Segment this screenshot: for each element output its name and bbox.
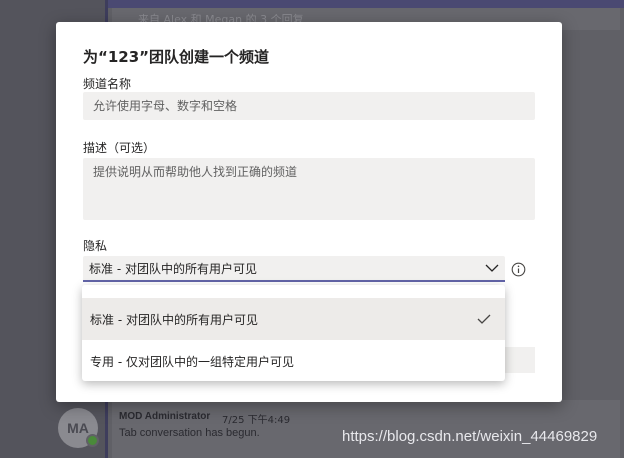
- watermark: https://blog.csdn.net/weixin_44469829: [342, 428, 598, 445]
- dialog-title: 为“123”团队创建一个频道: [83, 48, 270, 66]
- description-input[interactable]: 提供说明从而帮助他人找到正确的频道: [83, 158, 535, 220]
- avatar-initials: MA: [67, 420, 89, 436]
- description-placeholder: 提供说明从而帮助他人找到正确的频道: [93, 165, 298, 179]
- channel-header-bar: [108, 0, 624, 8]
- chevron-down-icon[interactable]: [485, 262, 499, 274]
- message-time: 7/25 下午4:49: [222, 415, 291, 426]
- message-text: Tab conversation has begun.: [119, 427, 260, 439]
- description-label: 描述（可选）: [83, 141, 156, 155]
- checkmark-icon: [477, 314, 491, 324]
- privacy-dropdown-menu: 标准 - 对团队中的所有用户可见 专用 - 仅对团队中的一组特定用户可见: [82, 285, 505, 381]
- channel-name-input[interactable]: 允许使用字母、数字和空格: [83, 92, 535, 120]
- privacy-option-private[interactable]: 专用 - 仅对团队中的一组特定用户可见: [82, 340, 505, 382]
- channel-name-placeholder: 允许使用字母、数字和空格: [93, 99, 238, 113]
- obscured-field: [505, 347, 535, 373]
- channel-name-label: 频道名称: [83, 77, 132, 91]
- privacy-option-label: 专用 - 仅对团队中的一组特定用户可见: [90, 354, 294, 369]
- privacy-label: 隐私: [83, 239, 108, 253]
- privacy-option-label: 标准 - 对团队中的所有用户可见: [90, 312, 258, 327]
- privacy-selected-value: 标准 - 对团队中的所有用户可见: [89, 261, 257, 276]
- presence-indicator: [86, 434, 99, 447]
- privacy-option-standard[interactable]: 标准 - 对团队中的所有用户可见: [82, 298, 505, 340]
- privacy-select[interactable]: 标准 - 对团队中的所有用户可见: [83, 256, 505, 282]
- info-icon[interactable]: [511, 262, 526, 277]
- message-author: MOD Administrator: [119, 411, 211, 422]
